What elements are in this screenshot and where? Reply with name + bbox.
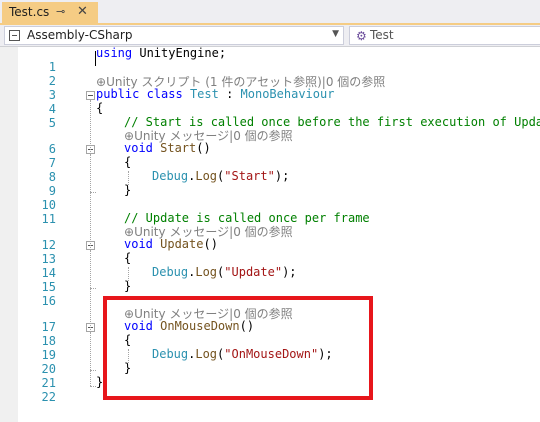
pin-icon[interactable]: ⊸ bbox=[56, 5, 65, 18]
code-editor[interactable]: 1 2 3 4 5 6 7 8 9 10 11 12 13 14 15 16 1… bbox=[0, 46, 540, 422]
class-icon: ⚙ bbox=[356, 29, 367, 43]
keyword: public bbox=[96, 87, 140, 101]
code-line: { bbox=[124, 251, 132, 265]
line-number: 10 bbox=[41, 198, 56, 212]
code-line: void Start() bbox=[124, 141, 211, 155]
type-name: Debug bbox=[152, 265, 189, 279]
document-tab-bar: Test.cs ⊸ ✕ bbox=[0, 0, 540, 25]
line-number: 16 bbox=[41, 294, 56, 308]
line-number: 17 bbox=[41, 320, 56, 334]
class-label: Test bbox=[370, 28, 394, 42]
line-number: 6 bbox=[48, 142, 56, 156]
project-label: Assembly-CSharp bbox=[27, 28, 133, 42]
line-number: 19 bbox=[41, 348, 56, 362]
line-number: 2 bbox=[48, 74, 56, 88]
line-number: 5 bbox=[48, 116, 56, 130]
line-number: 1 bbox=[48, 60, 56, 74]
line-number: 22 bbox=[41, 390, 56, 404]
method-name: Update bbox=[152, 237, 204, 251]
line-number: 8 bbox=[48, 170, 56, 184]
code-line: public class Test : MonoBehaviour bbox=[96, 87, 334, 101]
method-name: Start bbox=[152, 141, 197, 155]
code-line: using UnityEngine; bbox=[96, 46, 226, 60]
line-number: 12 bbox=[41, 238, 56, 252]
outline-end bbox=[90, 288, 96, 289]
type-name: Debug bbox=[152, 169, 189, 183]
line-number: 14 bbox=[41, 266, 56, 280]
code-text: UnityEngine; bbox=[132, 46, 227, 60]
tab-filename: Test.cs bbox=[9, 5, 50, 19]
code-text: : bbox=[218, 87, 241, 101]
line-number: 18 bbox=[41, 334, 56, 348]
line-number: 7 bbox=[48, 156, 56, 170]
code-line: { bbox=[124, 155, 132, 169]
keyword: void bbox=[124, 237, 153, 251]
code-line: Debug.Log("Start"); bbox=[152, 169, 289, 183]
keyword: void bbox=[124, 141, 153, 155]
outline-guide bbox=[90, 154, 91, 186]
project-icon bbox=[9, 30, 20, 41]
class-dropdown[interactable]: ⚙ Test bbox=[349, 26, 540, 45]
outline-end bbox=[90, 192, 96, 193]
code-line: { bbox=[96, 101, 104, 115]
line-number: 21 bbox=[41, 376, 56, 390]
line-number: 20 bbox=[41, 362, 56, 376]
keyword: using bbox=[96, 46, 133, 60]
code-line: Debug.Log("Update"); bbox=[152, 265, 297, 279]
code-text: () bbox=[196, 141, 211, 155]
method-name: Log bbox=[195, 265, 218, 279]
outline-end bbox=[90, 370, 96, 371]
line-number: 11 bbox=[41, 212, 56, 226]
navigation-bar: Assembly-CSharp ▼ ⚙ Test bbox=[0, 25, 540, 47]
code-line: } bbox=[124, 279, 132, 293]
code-text: () bbox=[203, 237, 218, 251]
string-literal: "Start" bbox=[224, 169, 275, 183]
line-number: 15 bbox=[41, 280, 56, 294]
line-number: 3 bbox=[48, 88, 56, 102]
outline-guide bbox=[90, 332, 91, 364]
line-number: 13 bbox=[41, 252, 56, 266]
code-line: void Update() bbox=[124, 237, 218, 251]
line-number: 9 bbox=[48, 184, 56, 198]
collapse-icon[interactable] bbox=[86, 91, 95, 100]
highlight-annotation-box bbox=[103, 296, 373, 400]
document-tab-test-cs[interactable]: Test.cs ⊸ ✕ bbox=[2, 2, 98, 23]
keyword: class bbox=[139, 87, 183, 101]
line-number: 4 bbox=[48, 102, 56, 116]
code-text: ); bbox=[282, 265, 297, 279]
outline-guide bbox=[90, 250, 91, 282]
close-icon[interactable]: ✕ bbox=[77, 4, 88, 19]
project-dropdown[interactable]: Assembly-CSharp ▼ bbox=[4, 26, 344, 45]
chevron-down-icon: ▼ bbox=[332, 29, 339, 39]
method-name: Log bbox=[195, 169, 218, 183]
code-line: } bbox=[124, 183, 132, 197]
base-class: MonoBehaviour bbox=[240, 87, 335, 101]
code-text: ); bbox=[274, 169, 290, 183]
class-name: Test bbox=[182, 87, 219, 101]
string-literal: "Update" bbox=[224, 265, 283, 279]
